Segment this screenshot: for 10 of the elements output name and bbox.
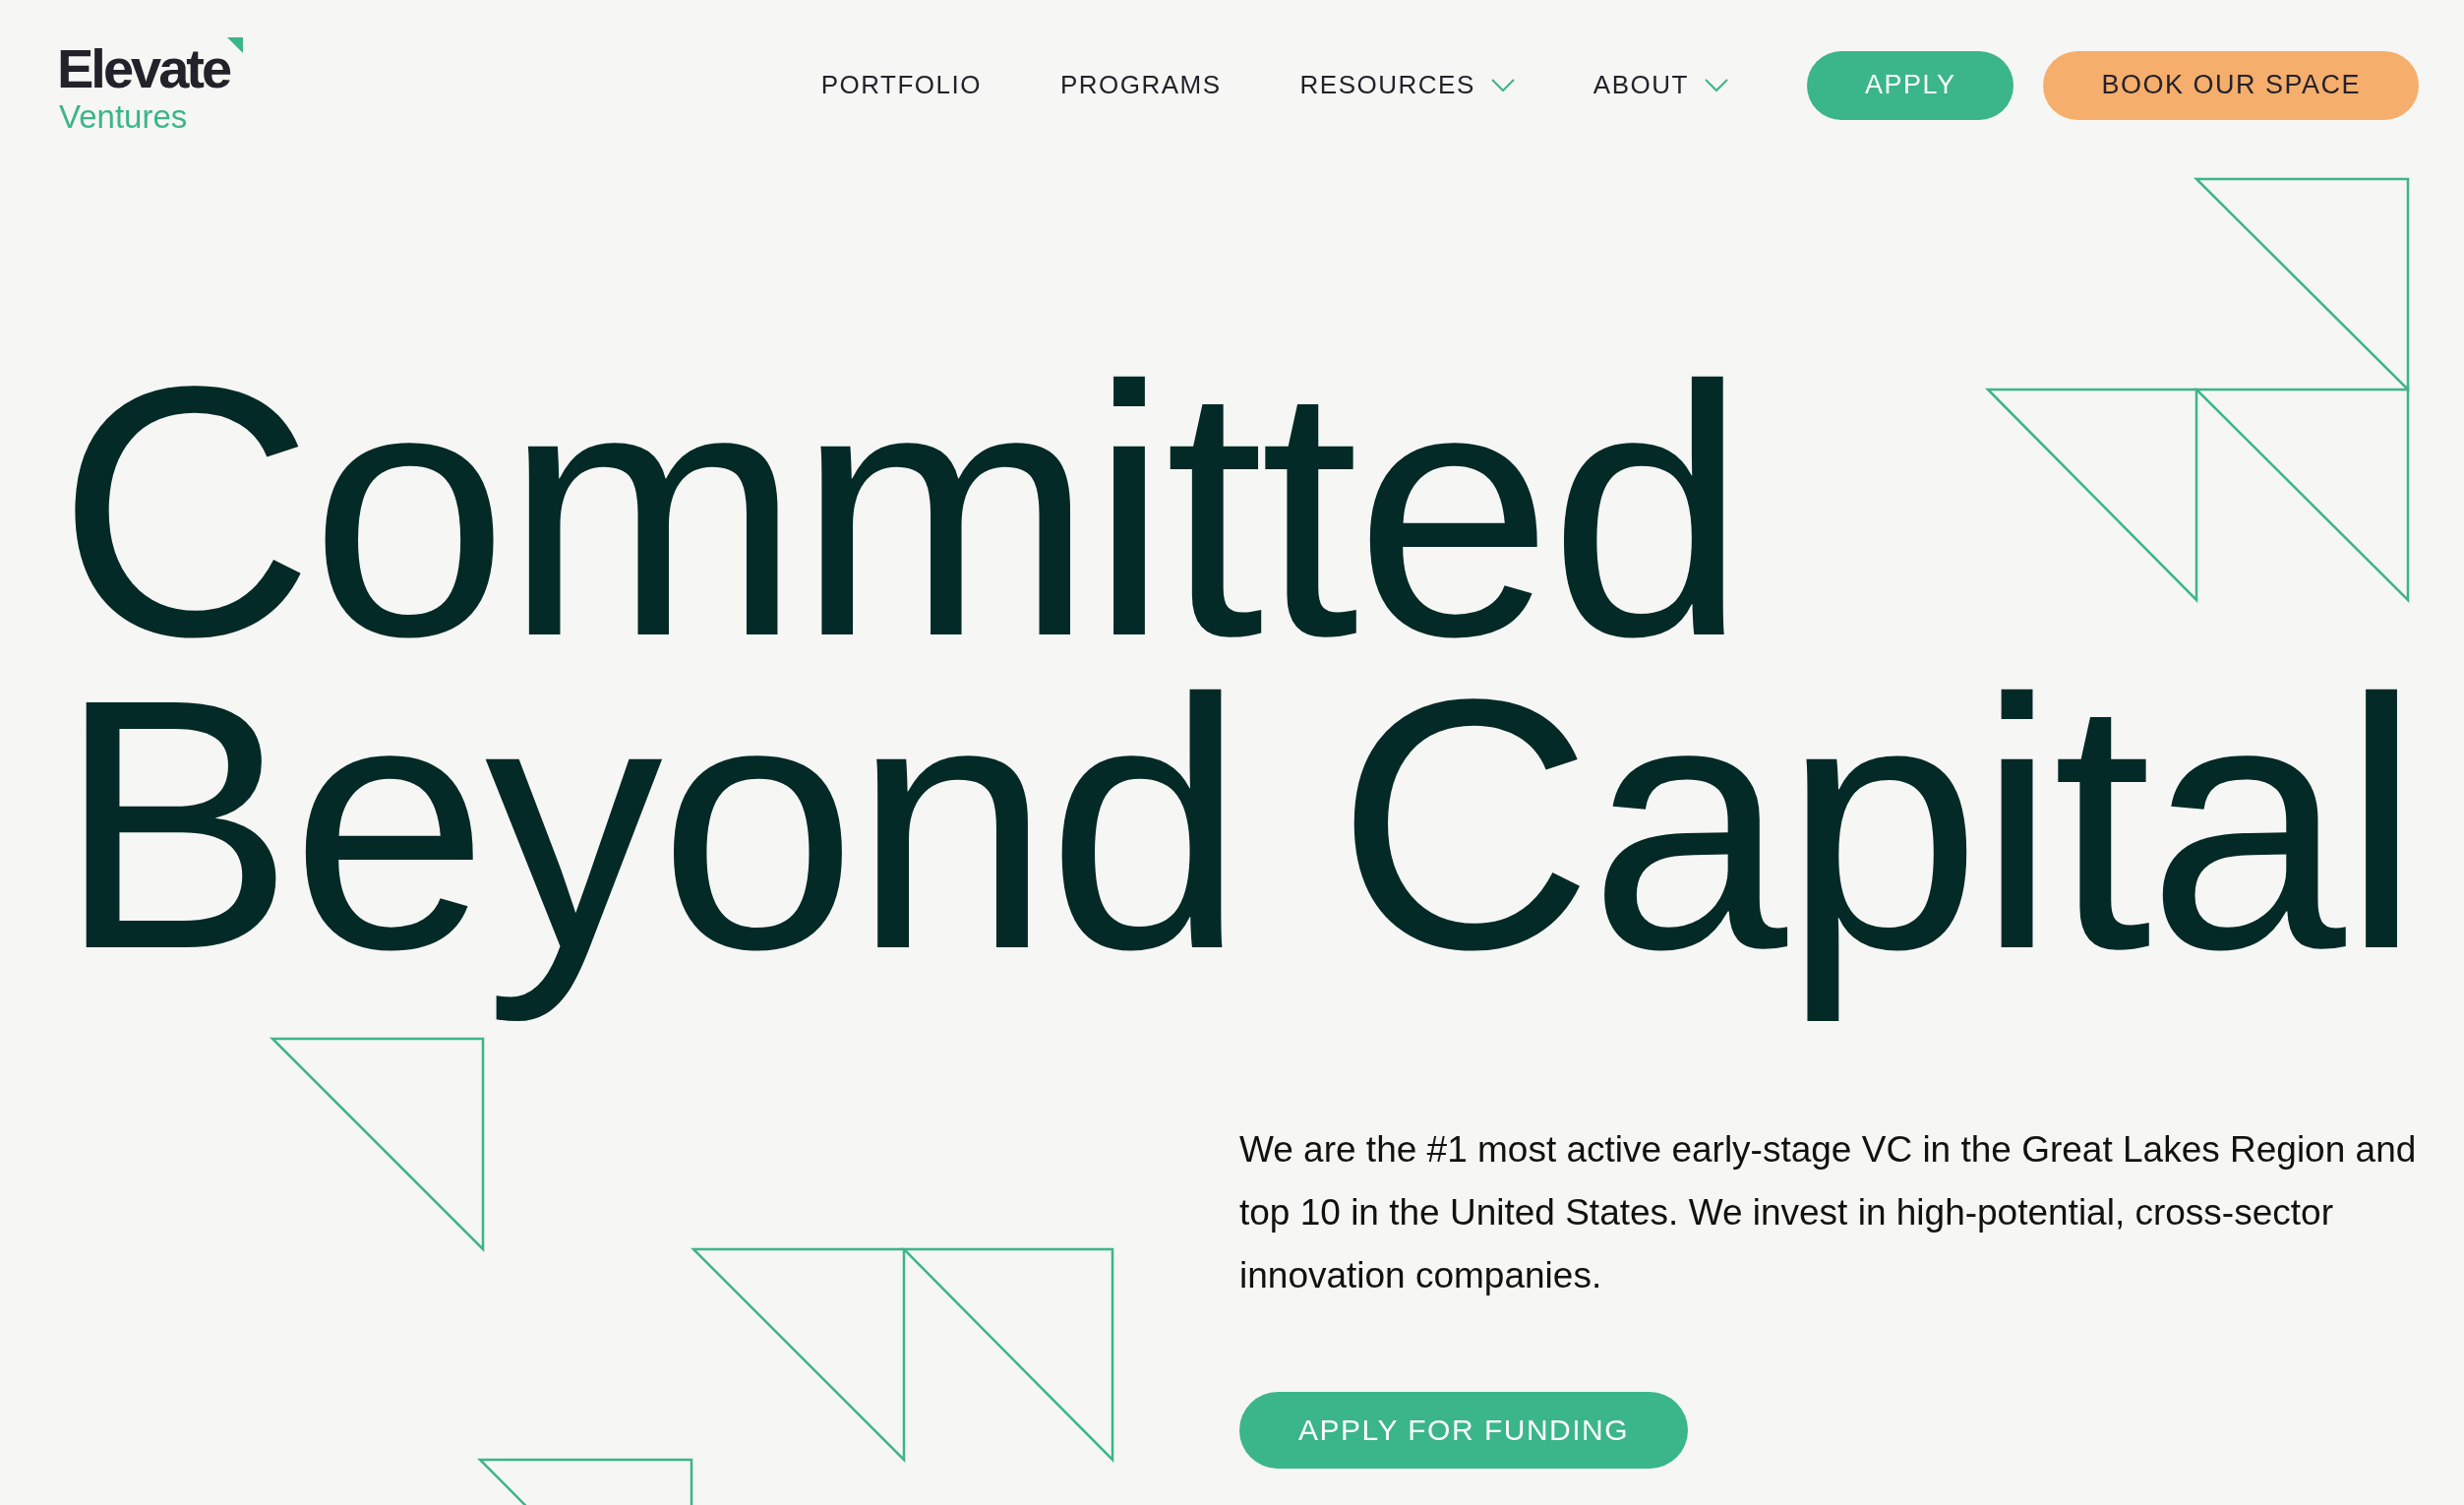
book-space-button[interactable]: BOOK OUR SPACE bbox=[2043, 50, 2419, 120]
nav-link[interactable]: PROGRAMS bbox=[1059, 70, 1222, 100]
nav-link[interactable]: ABOUT bbox=[1593, 70, 1689, 100]
logo-tagline: Ventures bbox=[59, 100, 189, 133]
chevron-down-icon[interactable] bbox=[1704, 78, 1728, 92]
logo-wordmark[interactable]: Elevate bbox=[57, 37, 244, 98]
nav-link[interactable]: PORTFOLIO bbox=[820, 70, 982, 100]
intro-paragraph: We are the #1 most active early-stage VC in the Great Lakes Region and top 10 in the United States. We invest in high-potential, cross-sector innovation companies. bbox=[1239, 1128, 2418, 1297]
chevron-down-icon[interactable] bbox=[1490, 78, 1515, 92]
nav-link[interactable]: RESOURCES bbox=[1299, 70, 1475, 100]
